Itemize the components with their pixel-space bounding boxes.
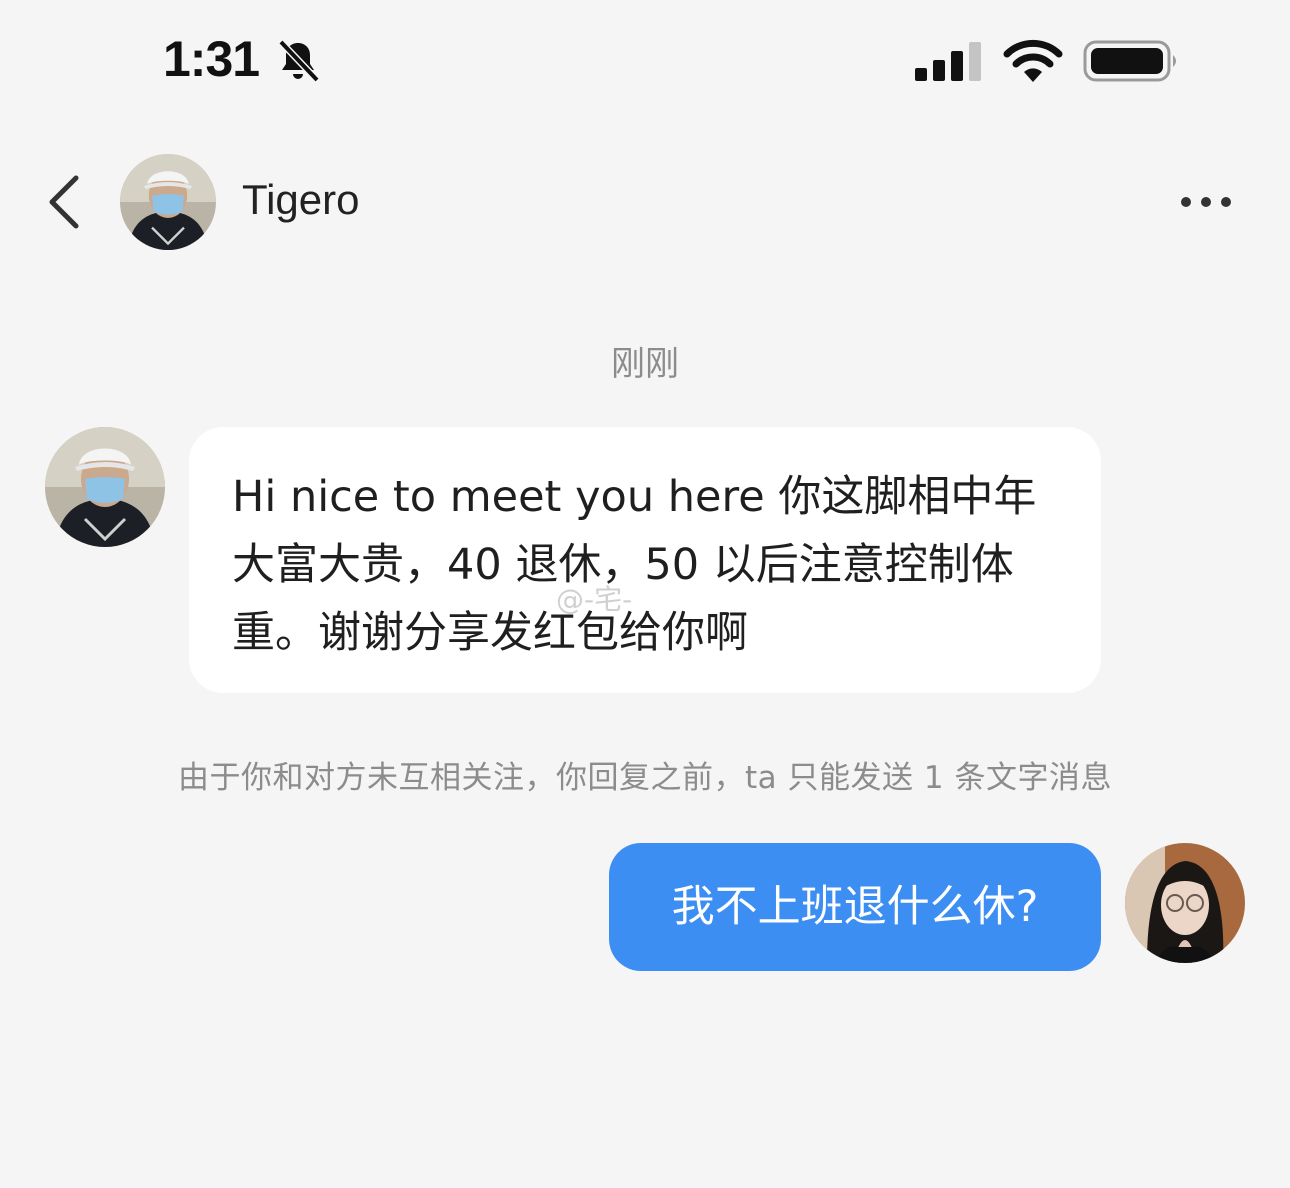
outgoing-message-bubble[interactable]: 我不上班退什么休? — [609, 843, 1101, 971]
contact-avatar[interactable] — [120, 154, 216, 250]
chevron-left-icon[interactable] — [40, 174, 90, 230]
avatar-photo — [1125, 843, 1245, 963]
sender-avatar[interactable] — [45, 427, 165, 547]
my-avatar[interactable] — [1125, 843, 1245, 963]
contact-name[interactable]: Tigero — [242, 176, 360, 224]
battery-icon — [1083, 40, 1176, 82]
message-timestamp: 刚刚 — [611, 344, 679, 384]
incoming-message-bubble[interactable]: Hi nice to meet you here 你这脚相中年大富大贵，40 退… — [189, 427, 1101, 693]
bell-slash-icon — [278, 39, 320, 83]
avatar-photo — [120, 154, 216, 250]
status-time: 1:31 — [163, 31, 260, 87]
follow-notice: 由于你和对方未互相关注，你回复之前，ta 只能发送 1 条文字消息 — [178, 760, 1112, 796]
ellipsis-icon[interactable] — [1178, 184, 1234, 220]
cellular-signal-icon — [915, 42, 981, 81]
chat-header: Tigero — [0, 140, 1290, 264]
avatar-photo — [45, 427, 165, 547]
wifi-icon — [1003, 39, 1063, 82]
status-bar: 1:31 — [0, 0, 1290, 120]
